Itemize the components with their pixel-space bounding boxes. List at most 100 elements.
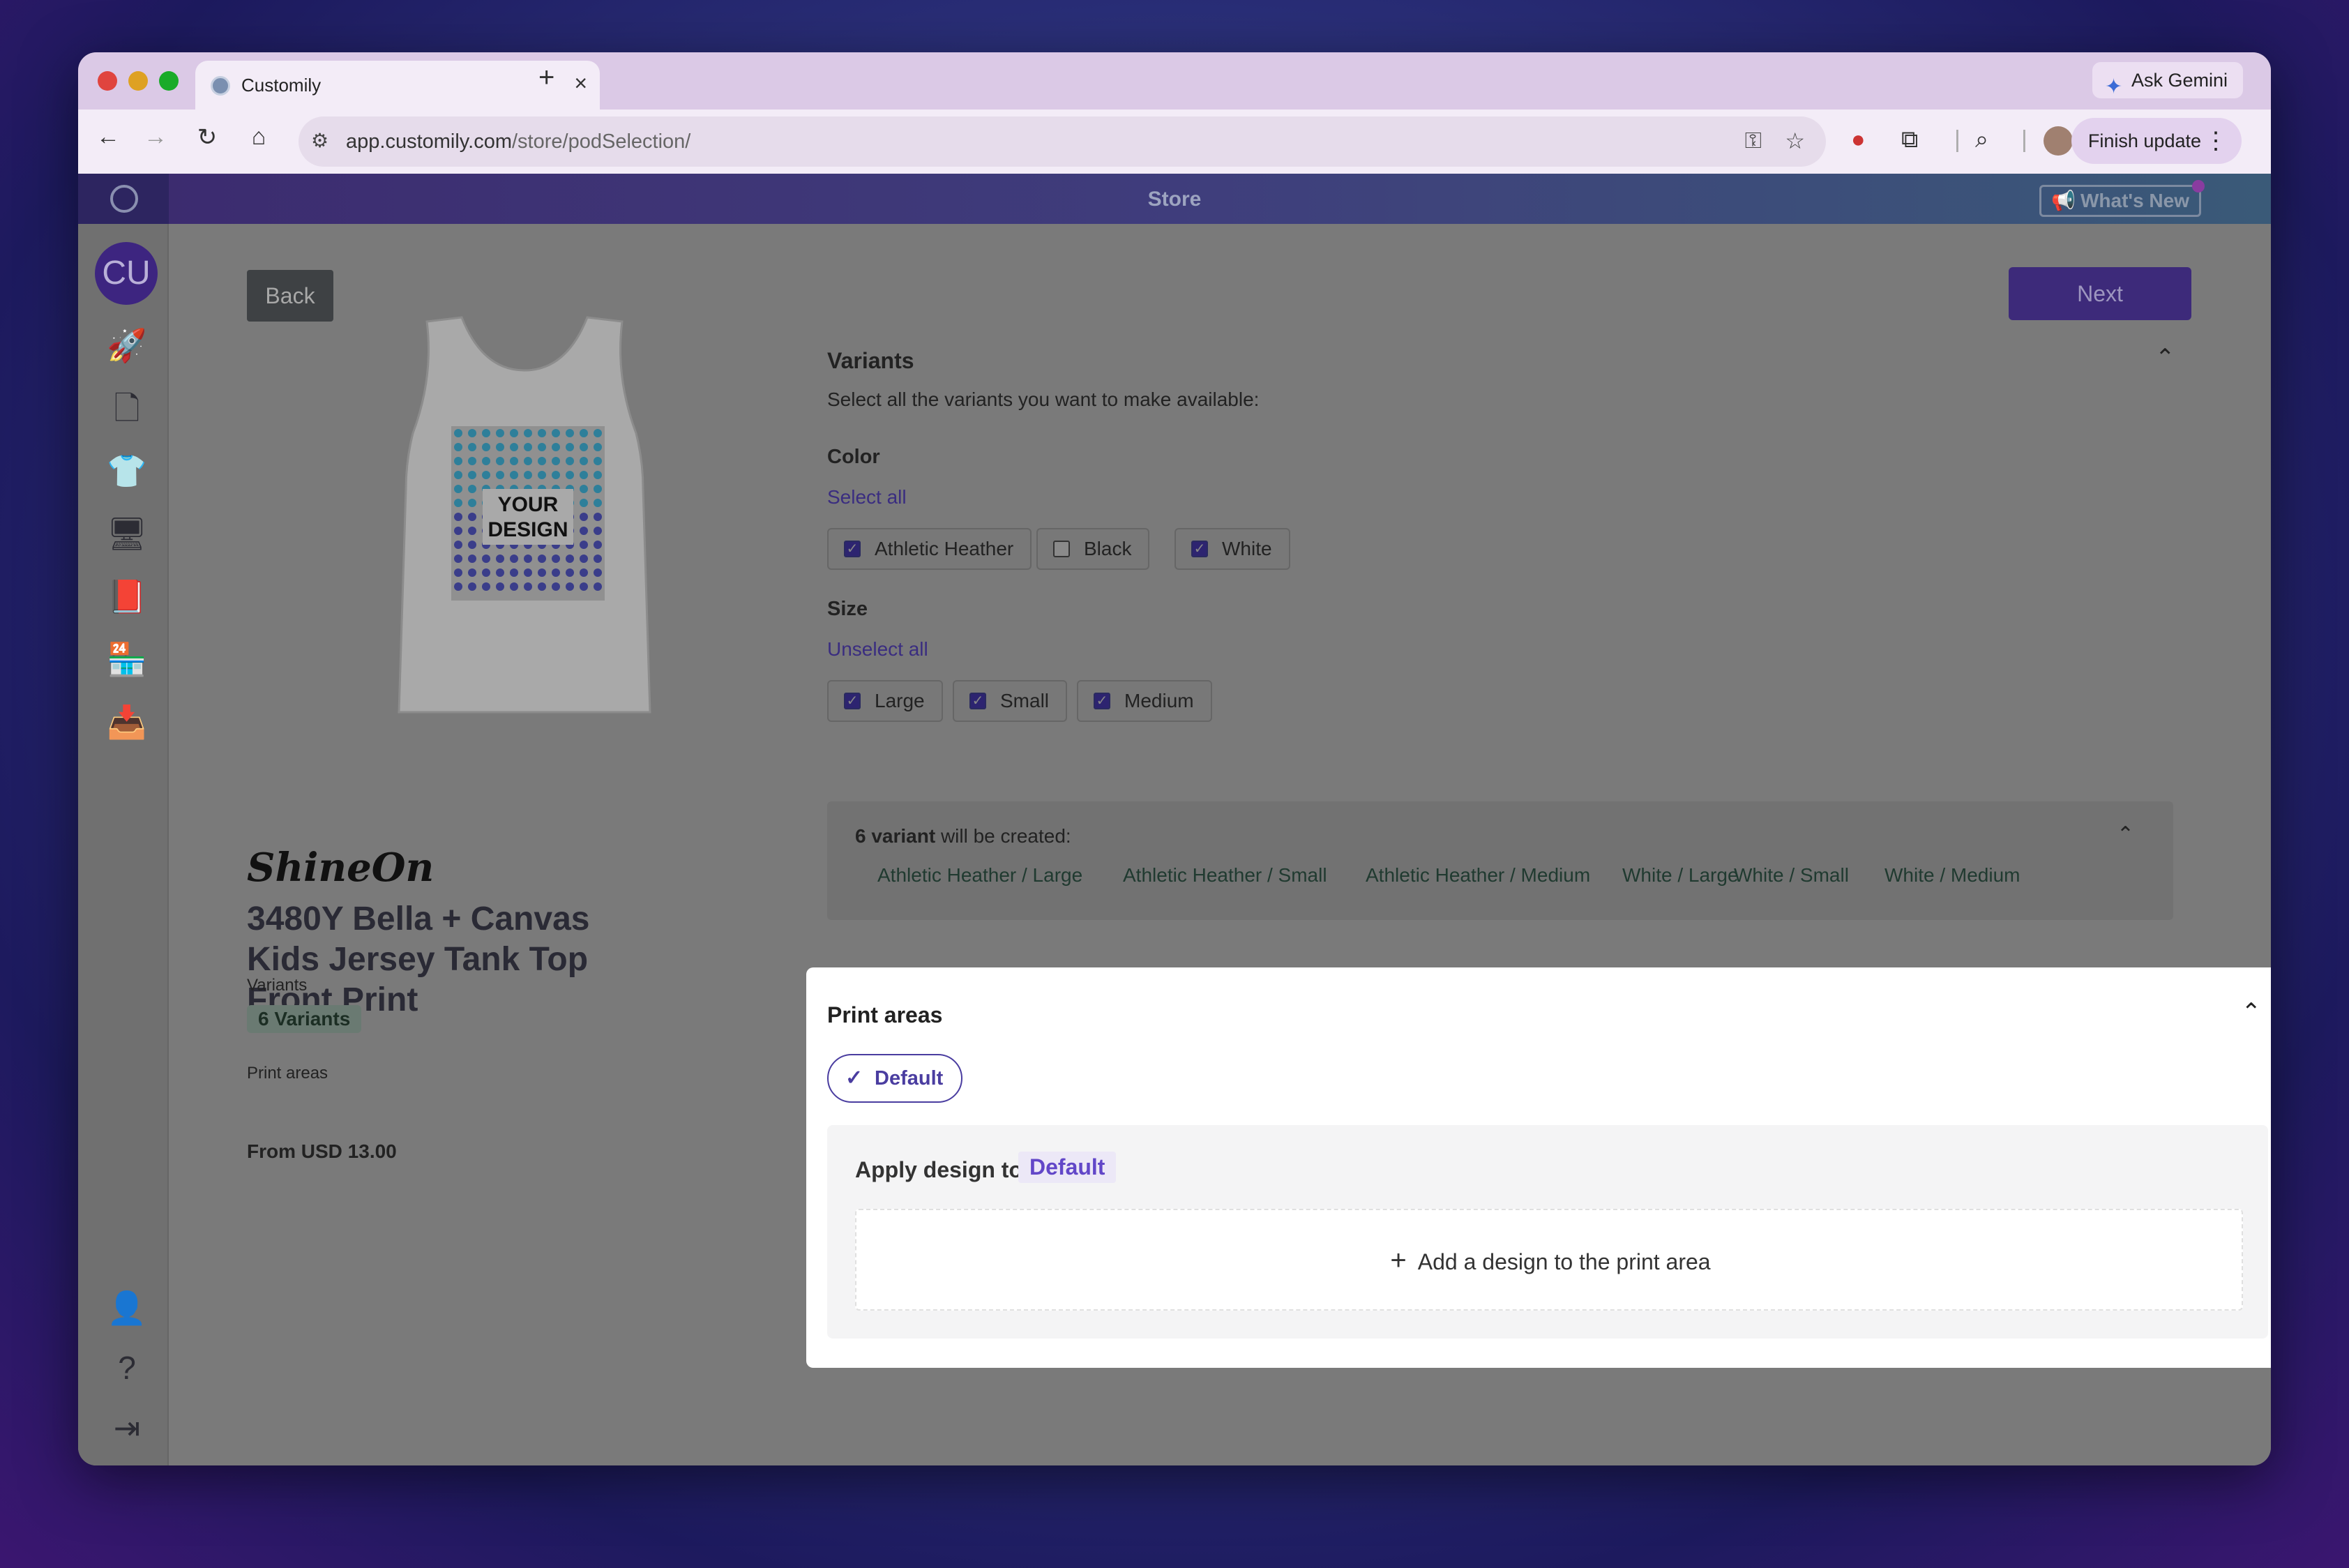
document-icon[interactable]: 🗋 (106, 387, 148, 429)
url-host: app.customily.com (346, 130, 512, 153)
user-settings-icon[interactable]: 👤 (106, 1287, 148, 1329)
rocket-icon[interactable]: 🚀 (106, 324, 148, 366)
halftone-dot (566, 429, 574, 437)
close-window-button[interactable] (98, 71, 117, 91)
halftone-dot (580, 582, 588, 591)
product-title: 3480Y Bella + Canvas Kids Jersey Tank To… (247, 900, 590, 1018)
print-areas-label: Print areas (247, 1064, 328, 1083)
halftone-dot (552, 582, 560, 591)
divider: | (2021, 126, 2027, 153)
bookmark-star-icon[interactable]: ☆ (1785, 128, 1805, 154)
next-button[interactable]: Next (2009, 267, 2191, 320)
created-variant-tag: Athletic Heather / Medium (1366, 864, 1591, 886)
halftone-dot (482, 471, 490, 479)
help-icon[interactable]: ? (106, 1347, 148, 1389)
size-option-label: Small (1000, 690, 1050, 711)
halftone-dot (538, 443, 546, 451)
halftone-dot (454, 568, 462, 577)
color-option-label: Athletic Heather (875, 538, 1014, 559)
customily-favicon-icon (211, 76, 230, 96)
unselect-all-sizes-link[interactable]: Unselect all (827, 638, 928, 661)
store-icon[interactable]: 🏪 (106, 638, 148, 680)
size-option-label: Medium (1124, 690, 1194, 711)
halftone-dot (468, 443, 476, 451)
address-bar[interactable]: ⚙ app.customily.com/store/podSelection/ … (299, 116, 1826, 167)
new-tab-button[interactable]: + (538, 62, 554, 93)
design-text-line2: DESIGN (488, 518, 568, 541)
halftone-dot (496, 443, 504, 451)
maximize-window-button[interactable] (159, 71, 179, 91)
halftone-dot (468, 555, 476, 563)
color-option-chip[interactable]: ✓ White (1174, 528, 1290, 570)
extension-icon[interactable]: ● (1851, 126, 1866, 153)
size-option-chip[interactable]: ✓ Large (827, 680, 943, 722)
select-all-colors-link[interactable]: Select all (827, 486, 907, 508)
logout-icon[interactable]: ⇥ (106, 1407, 148, 1449)
halftone-dot (482, 429, 490, 437)
back-button[interactable]: Back (247, 270, 333, 322)
halftone-dot (496, 471, 504, 479)
created-variant-tag: White / Large (1622, 864, 1739, 886)
home-icon[interactable]: ⌂ (241, 123, 276, 151)
halftone-dot (594, 485, 602, 493)
extensions-puzzle-icon[interactable]: ⧉ (1901, 126, 1918, 153)
apply-design-label: Apply design to (855, 1157, 1022, 1182)
halftone-dot (454, 499, 462, 507)
collapse-variants-chevron-up-icon[interactable]: ⌃ (2155, 344, 2175, 372)
finish-update-button[interactable]: Finish update ⋮ (2071, 118, 2242, 164)
checked-checkbox-icon[interactable]: ✓ (969, 693, 986, 709)
tab-strip: Customily × + ✦ Ask Gemini (78, 52, 2271, 110)
back-arrow-icon[interactable]: ← (91, 123, 126, 151)
whats-new-button[interactable]: 📢 What's New (2039, 180, 2205, 217)
password-key-icon[interactable]: ⚿ (1745, 128, 1762, 154)
apply-design-target-tag: Default (1018, 1152, 1117, 1183)
ask-gemini-button[interactable]: ✦ Ask Gemini (2092, 62, 2243, 98)
halftone-dot (510, 471, 518, 479)
collapse-summary-chevron-up-icon[interactable]: ⌃ (2117, 822, 2134, 847)
checked-checkbox-icon[interactable]: ✓ (844, 541, 861, 557)
collapse-print-areas-chevron-up-icon[interactable]: ⌃ (2242, 998, 2262, 1026)
tshirt-icon[interactable]: 👕 (106, 450, 148, 492)
halftone-dot (580, 443, 588, 451)
unchecked-checkbox-icon[interactable] (1053, 541, 1070, 557)
add-design-dropzone[interactable]: + Add a design to the print area (855, 1209, 2243, 1311)
megaphone-icon: 📢 (2050, 190, 2076, 211)
color-option-chip[interactable]: ✓ Athletic Heather (827, 528, 1032, 570)
default-print-area-pill[interactable]: ✓ Default (827, 1054, 963, 1103)
halftone-dot (566, 555, 574, 563)
halftone-dot (454, 555, 462, 563)
checked-checkbox-icon[interactable]: ✓ (1094, 693, 1110, 709)
checked-checkbox-icon[interactable]: ✓ (1191, 541, 1208, 557)
color-option-chip[interactable]: Black (1036, 528, 1150, 570)
halftone-dot (552, 429, 560, 437)
size-option-chip[interactable]: ✓ Medium (1077, 680, 1212, 722)
reload-icon[interactable]: ↻ (190, 123, 225, 151)
halftone-dot (594, 471, 602, 479)
tab-search-icon[interactable]: ⌕ (1975, 126, 1988, 153)
forward-arrow-icon[interactable]: → (138, 123, 173, 151)
halftone-dot (594, 541, 602, 549)
tab-close-icon[interactable]: × (574, 70, 587, 96)
profile-avatar[interactable] (2044, 126, 2073, 156)
display-icon[interactable]: 🖥 (106, 513, 148, 555)
site-settings-icon[interactable]: ⚙ (311, 129, 328, 152)
more-menu-icon[interactable]: ⋮ (2204, 118, 2228, 164)
variants-summary: 6 variant will be created: ⌃ Athletic He… (827, 801, 2173, 920)
add-design-button[interactable]: + Add a design to the print area (856, 1245, 2244, 1276)
minimize-window-button[interactable] (128, 71, 148, 91)
checked-checkbox-icon[interactable]: ✓ (844, 693, 861, 709)
book-icon[interactable]: 📕 (106, 575, 148, 617)
halftone-dot (482, 568, 490, 577)
halftone-dot (594, 429, 602, 437)
size-option-chip[interactable]: ✓ Small (953, 680, 1068, 722)
halftone-dot (496, 568, 504, 577)
inbox-icon[interactable]: 📥 (106, 701, 148, 743)
halftone-dot (580, 429, 588, 437)
halftone-dot (524, 582, 532, 591)
user-avatar[interactable]: CU (95, 242, 158, 305)
gemini-sparkle-icon: ✦ (2104, 75, 2123, 98)
halftone-dot (552, 568, 560, 577)
design-text-line1: YOUR (498, 493, 559, 516)
halftone-dot (468, 471, 476, 479)
halftone-dot (580, 485, 588, 493)
